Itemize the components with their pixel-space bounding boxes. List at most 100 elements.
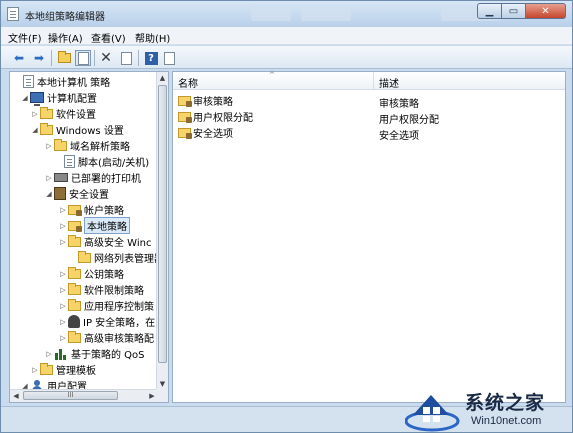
collapse-arrow-icon[interactable]: ◢ xyxy=(44,190,54,198)
tree-item[interactable]: ◢ Windows 设置 xyxy=(30,122,124,137)
expand-arrow-icon[interactable]: ▷ xyxy=(58,286,68,294)
expand-arrow-icon[interactable]: ▷ xyxy=(58,302,68,310)
expand-arrow-icon[interactable]: ▷ xyxy=(58,318,68,326)
tree-item[interactable]: ▷ 软件设置 xyxy=(30,106,96,121)
export-list-button[interactable] xyxy=(118,50,134,66)
tree-item-label: IP 安全策略，在 xyxy=(83,318,156,329)
help-button[interactable]: ? xyxy=(143,50,159,66)
tree-item[interactable]: ▷ 域名解析策略 xyxy=(44,138,130,153)
tree-item-label: 高级审核策略配 xyxy=(84,334,154,345)
tree-item[interactable]: ▷ 高级安全 Winc xyxy=(58,234,151,249)
expand-arrow-icon[interactable]: ▷ xyxy=(58,270,68,278)
background-blur xyxy=(301,8,351,21)
chart-icon xyxy=(54,347,68,360)
tree-item[interactable]: 网络列表管理器 xyxy=(68,250,164,265)
tree-item[interactable]: ▷ 管理模板 xyxy=(30,362,96,377)
tree-item-label: 应用程序控制策 xyxy=(84,302,154,313)
folder-icon xyxy=(68,235,81,247)
menu-view[interactable]: 查看(V) xyxy=(91,30,126,45)
tree-horizontal-scrollbar[interactable]: ◀ III ▶ xyxy=(10,389,158,402)
help-icon: ? xyxy=(144,51,158,65)
back-button[interactable]: ⬅ xyxy=(11,50,27,66)
export-list-icon xyxy=(120,51,132,65)
list-item[interactable]: 用户权限分配 xyxy=(178,109,253,124)
tree-item-label: 软件设置 xyxy=(56,110,96,121)
delete-button[interactable]: ✕ xyxy=(98,50,114,66)
tree-item[interactable]: ◢ 计算机配置 xyxy=(20,90,97,106)
details-pane[interactable]: 名称 ^ 描述 审核策略 审核策略 用户权限分配 用户权限分配 安全选项 安全选… xyxy=(172,71,566,403)
folder-icon xyxy=(68,283,81,295)
expand-arrow-icon[interactable]: ▷ xyxy=(44,350,54,358)
close-button[interactable]: ✕ xyxy=(526,3,566,19)
column-header-description[interactable]: 描述 xyxy=(374,72,565,90)
tree-item-label: 软件限制策略 xyxy=(84,286,144,297)
column-header-name[interactable]: 名称 ^ xyxy=(173,71,374,90)
show-hide-tree-icon xyxy=(77,51,89,65)
expand-arrow-icon[interactable]: ▷ xyxy=(44,174,54,182)
expand-arrow-icon[interactable]: ▷ xyxy=(58,222,68,230)
expand-arrow-icon[interactable]: ▷ xyxy=(58,334,68,342)
collapse-arrow-icon[interactable]: ◢ xyxy=(30,126,40,134)
menu-action[interactable]: 操作(A) xyxy=(48,30,83,45)
tree-item[interactable]: ▷ 公钥策略 xyxy=(58,266,124,281)
menu-file[interactable]: 文件(F) xyxy=(8,30,42,45)
watermark-logo-icon xyxy=(405,395,460,432)
scroll-up-icon[interactable]: ▲ xyxy=(157,72,168,84)
tree-item[interactable]: ▷ 已部署的打印机 xyxy=(44,170,141,185)
tree-item-label: 已部署的打印机 xyxy=(71,174,141,185)
minimize-button[interactable]: ▁ xyxy=(477,3,502,19)
console-tree[interactable]: 本地计算机 策略 ◢ 计算机配置 ▷ 软件设置 ◢ Windows 设置 ▷ 域名解析策略脚本(… xyxy=(9,71,169,403)
column-desc-label: 描述 xyxy=(379,79,399,90)
toolbar-separator xyxy=(94,50,95,66)
title-bar[interactable]: 本地组策略编辑器 ▁ ▭ ✕ xyxy=(1,1,572,27)
tree-item-label: 基于策略的 QoS xyxy=(71,350,145,361)
expand-arrow-icon[interactable]: ▷ xyxy=(30,366,40,374)
scroll-left-icon[interactable]: ◀ xyxy=(10,390,22,402)
tree-vertical-scrollbar[interactable]: ▲ ▼ xyxy=(156,72,168,390)
expand-arrow-icon[interactable]: ▷ xyxy=(44,142,54,150)
lockfolder-icon xyxy=(68,205,82,216)
lockfolder-icon xyxy=(68,221,82,232)
expand-arrow-icon[interactable]: ▷ xyxy=(58,206,68,214)
expand-arrow-icon[interactable]: ▷ xyxy=(58,238,68,246)
column-name-label: 名称 xyxy=(178,79,198,90)
expand-arrow-icon[interactable]: ▷ xyxy=(30,110,40,118)
tree-item[interactable]: ▷ 应用程序控制策 xyxy=(58,298,154,313)
tree-item[interactable]: ▷ IP 安全策略，在 xyxy=(58,314,155,329)
tree-item[interactable]: ▷ 基于策略的 QoS xyxy=(44,346,145,361)
tree-item[interactable]: 脚本(启动/关机) xyxy=(54,154,149,169)
list-item[interactable]: 审核策略 xyxy=(178,93,233,108)
window-controls: ▁ ▭ ✕ xyxy=(477,3,566,19)
list-item[interactable]: 安全选项 xyxy=(178,125,233,140)
forward-button[interactable]: ➡ xyxy=(31,50,47,66)
tree-item-label: 本地策略 xyxy=(84,217,130,234)
tree-item[interactable]: 本地计算机 策略 xyxy=(13,74,110,89)
tree-item[interactable]: ▷ 帐户策略 xyxy=(58,202,124,217)
up-level-button[interactable] xyxy=(56,50,72,66)
up-folder-icon xyxy=(57,51,71,63)
delete-icon: ✕ xyxy=(100,50,112,66)
maximize-button[interactable]: ▭ xyxy=(502,3,526,19)
tree-item-label: 脚本(启动/关机) xyxy=(78,158,150,169)
collapse-arrow-icon[interactable]: ◢ xyxy=(20,94,30,102)
toolbar-separator xyxy=(51,50,52,66)
menu-help[interactable]: 帮助(H) xyxy=(135,30,170,45)
folder-icon xyxy=(68,299,81,311)
tree-item[interactable]: ◢ 安全设置 xyxy=(44,186,109,201)
maximize-icon: ▭ xyxy=(508,5,519,17)
watermark-brand: 系统之家 xyxy=(465,392,546,414)
scroll-thumb[interactable]: III xyxy=(23,391,118,400)
list-item-description: 审核策略 xyxy=(379,99,419,110)
properties-button[interactable] xyxy=(161,50,177,66)
tree-item[interactable]: ▷ 本地策略 xyxy=(58,217,130,234)
tree-item[interactable]: ▷ 高级审核策略配 xyxy=(58,330,154,345)
show-hide-tree-button[interactable] xyxy=(75,50,91,66)
scroll-thumb[interactable] xyxy=(158,85,167,363)
scrollbar-corner xyxy=(156,389,168,402)
shield-icon xyxy=(54,187,66,200)
close-icon: ✕ xyxy=(541,5,550,17)
folder-icon xyxy=(40,123,53,135)
list-item-name: 审核策略 xyxy=(193,97,233,108)
menu-bar: 文件(F) 操作(A) 查看(V) 帮助(H) xyxy=(1,27,572,45)
tree-item[interactable]: ▷ 软件限制策略 xyxy=(58,282,144,297)
